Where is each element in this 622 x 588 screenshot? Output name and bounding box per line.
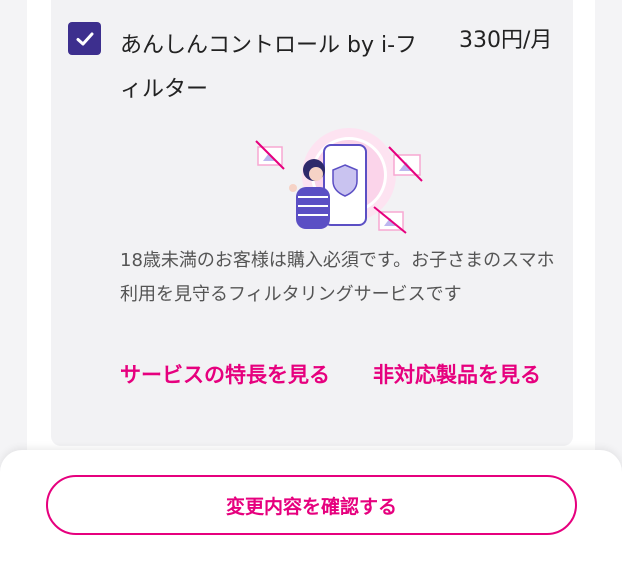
page: あんしんコントロール by i-フィルター 330円/月 18歳未満のお客様は購… [0,0,622,588]
child-smartphone-filter-icon [255,128,423,234]
checkmark-icon [76,32,93,45]
option-title: あんしんコントロール by i-フィルター [120,33,418,102]
confirm-changes-button[interactable]: 変更内容を確認する [46,475,577,535]
unsupported-products-link[interactable]: 非対応製品を見る [373,358,553,392]
option-price: 330円/月 [459,28,553,53]
option-description: 18歳未満のお客様は購入必須です。お子さまのスマホ利用を見守るフィルタリングサー… [120,250,555,305]
option-checkbox[interactable] [68,22,101,55]
features-link[interactable]: サービスの特長を見る [120,358,350,392]
